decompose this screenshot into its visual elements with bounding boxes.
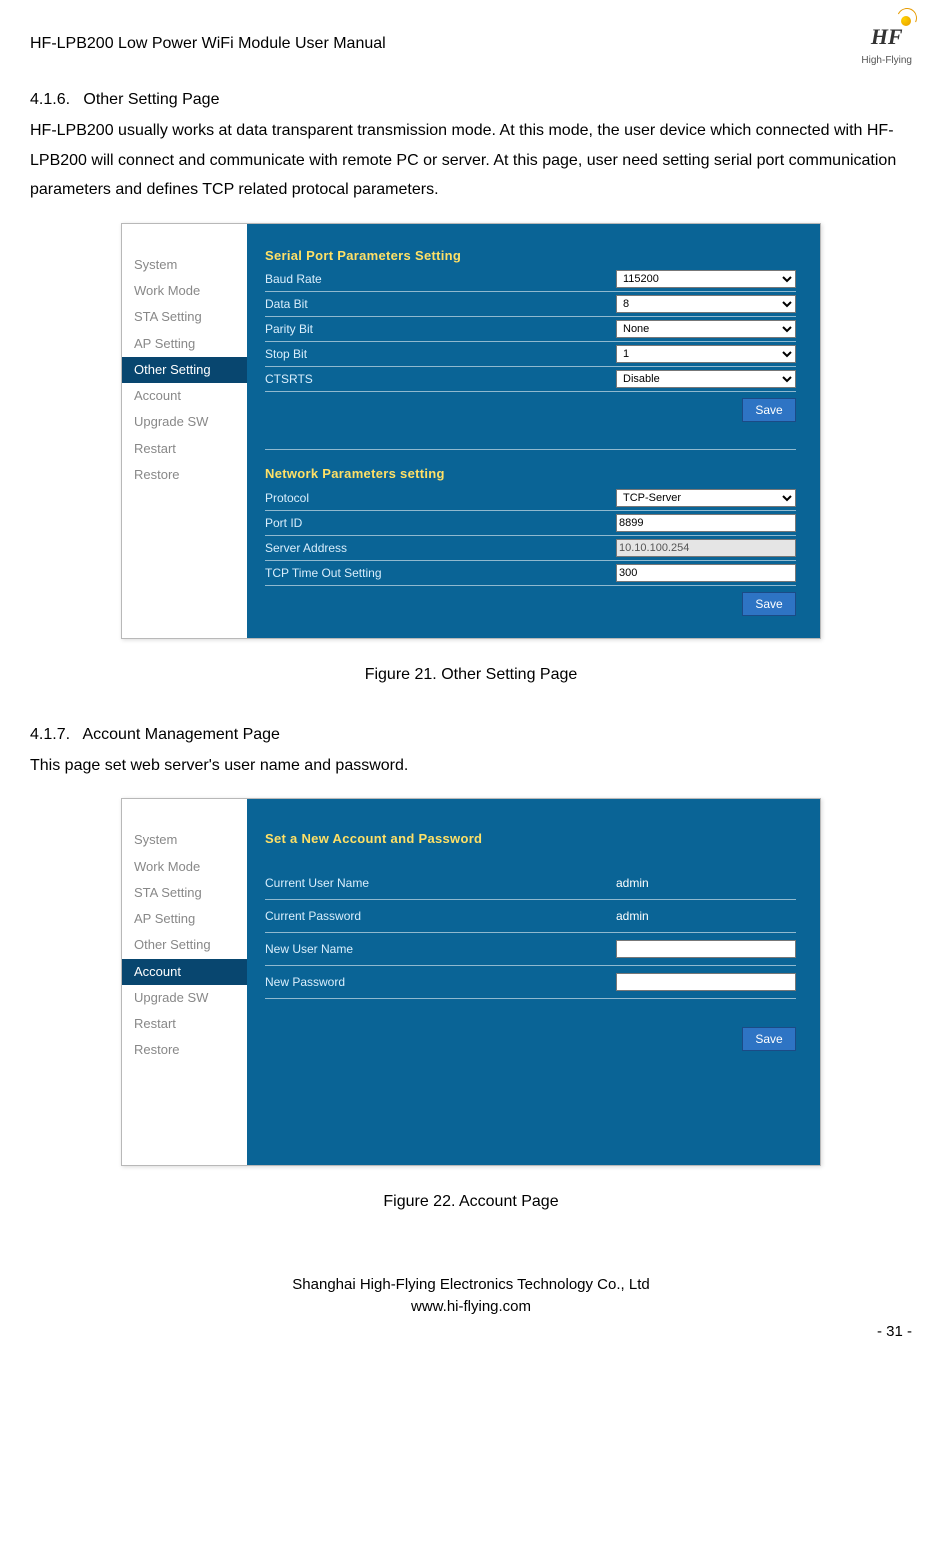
form-row-server-address: Server Address bbox=[265, 536, 796, 561]
baud-rate-label: Baud Rate bbox=[265, 270, 616, 288]
form-row-data-bit: Data Bit8 bbox=[265, 292, 796, 317]
logo-text-label: HF bbox=[871, 24, 903, 49]
form-row-current-user-name: Current User Nameadmin bbox=[265, 867, 796, 900]
section-body-417: This page set web server's user name and… bbox=[30, 751, 912, 781]
nav-sidebar: SystemWork ModeSTA SettingAP SettingOthe… bbox=[122, 799, 247, 1165]
serial-panel-title: Serial Port Parameters Setting bbox=[265, 246, 796, 268]
protocol-select[interactable]: TCP-Server bbox=[616, 489, 796, 507]
parity-bit-label: Parity Bit bbox=[265, 320, 616, 338]
sidebar-item-ap-setting[interactable]: AP Setting bbox=[122, 906, 247, 932]
footer-company: Shanghai High-Flying Electronics Technol… bbox=[30, 1274, 912, 1297]
figure-caption-22: Figure 22. Account Page bbox=[30, 1190, 912, 1214]
baud-rate-select[interactable]: 115200 bbox=[616, 270, 796, 288]
section-title: Account Management Page bbox=[82, 726, 279, 743]
sidebar-item-restore[interactable]: Restore bbox=[122, 1037, 247, 1063]
section-number: 4.1.7. bbox=[30, 726, 70, 743]
content-panel: Set a New Account and Password Current U… bbox=[247, 799, 820, 1165]
section-title: Other Setting Page bbox=[83, 91, 219, 108]
sidebar-item-system[interactable]: System bbox=[122, 827, 247, 853]
footer-url: www.hi-flying.com bbox=[30, 1296, 912, 1319]
sidebar-item-account[interactable]: Account bbox=[122, 959, 247, 985]
new-user-name-input[interactable] bbox=[616, 940, 796, 958]
sidebar-item-work-mode[interactable]: Work Mode bbox=[122, 854, 247, 880]
sidebar-item-sta-setting[interactable]: STA Setting bbox=[122, 880, 247, 906]
form-row-ctsrts: CTSRTSDisable bbox=[265, 367, 796, 392]
nav-sidebar: SystemWork ModeSTA SettingAP SettingOthe… bbox=[122, 224, 247, 638]
sidebar-item-restart[interactable]: Restart bbox=[122, 436, 247, 462]
sidebar-item-restore[interactable]: Restore bbox=[122, 462, 247, 488]
page-number: - 31 - bbox=[30, 1321, 912, 1344]
form-row-stop-bit: Stop Bit1 bbox=[265, 342, 796, 367]
current-password-label: Current Password bbox=[265, 907, 616, 925]
current-password-value: admin bbox=[616, 907, 796, 925]
section-heading-417: 4.1.7. Account Management Page bbox=[30, 723, 912, 747]
new-password-input[interactable] bbox=[616, 973, 796, 991]
sidebar-item-sta-setting[interactable]: STA Setting bbox=[122, 304, 247, 330]
save-button[interactable]: Save bbox=[742, 1027, 796, 1051]
logo-text: HF bbox=[871, 20, 903, 53]
ctsrts-select[interactable]: Disable bbox=[616, 370, 796, 388]
form-row-new-user-name: New User Name bbox=[265, 933, 796, 966]
form-row-baud-rate: Baud Rate115200 bbox=[265, 267, 796, 292]
sidebar-item-upgrade-sw[interactable]: Upgrade SW bbox=[122, 409, 247, 435]
form-row-new-password: New Password bbox=[265, 966, 796, 999]
screenshot-account: SystemWork ModeSTA SettingAP SettingOthe… bbox=[121, 798, 821, 1166]
sidebar-item-other-setting[interactable]: Other Setting bbox=[122, 932, 247, 958]
sidebar-item-system[interactable]: System bbox=[122, 252, 247, 278]
logo-subtext: High-Flying bbox=[861, 53, 912, 68]
sidebar-item-other-setting[interactable]: Other Setting bbox=[122, 357, 247, 383]
form-row-tcp-time-out-setting: TCP Time Out Setting bbox=[265, 561, 796, 586]
protocol-label: Protocol bbox=[265, 489, 616, 507]
sidebar-item-work-mode[interactable]: Work Mode bbox=[122, 278, 247, 304]
tcp-time-out-setting-label: TCP Time Out Setting bbox=[265, 564, 616, 582]
wifi-dot-icon bbox=[901, 16, 911, 26]
tcp-time-out-setting-input[interactable] bbox=[616, 564, 796, 582]
stop-bit-select[interactable]: 1 bbox=[616, 345, 796, 363]
logo: HF High-Flying bbox=[861, 20, 912, 68]
form-row-protocol: ProtocolTCP-Server bbox=[265, 486, 796, 511]
save-button[interactable]: Save bbox=[742, 592, 796, 616]
port-id-label: Port ID bbox=[265, 514, 616, 532]
ctsrts-label: CTSRTS bbox=[265, 370, 616, 388]
save-button[interactable]: Save bbox=[742, 398, 796, 422]
network-panel-title: Network Parameters setting bbox=[265, 464, 796, 486]
section-heading-416: 4.1.6. Other Setting Page bbox=[30, 88, 912, 112]
sidebar-item-upgrade-sw[interactable]: Upgrade SW bbox=[122, 985, 247, 1011]
server-address-input[interactable] bbox=[616, 539, 796, 557]
form-row-current-password: Current Passwordadmin bbox=[265, 900, 796, 933]
stop-bit-label: Stop Bit bbox=[265, 345, 616, 363]
content-panel: Serial Port Parameters Setting Baud Rate… bbox=[247, 224, 820, 638]
new-password-label: New Password bbox=[265, 973, 616, 991]
figure-caption-21: Figure 21. Other Setting Page bbox=[30, 663, 912, 687]
form-row-port-id: Port ID bbox=[265, 511, 796, 536]
current-user-name-value: admin bbox=[616, 874, 796, 892]
parity-bit-select[interactable]: None bbox=[616, 320, 796, 338]
data-bit-label: Data Bit bbox=[265, 295, 616, 313]
sidebar-item-ap-setting[interactable]: AP Setting bbox=[122, 331, 247, 357]
new-user-name-label: New User Name bbox=[265, 940, 616, 958]
section-body-416: HF-LPB200 usually works at data transpar… bbox=[30, 116, 912, 205]
data-bit-select[interactable]: 8 bbox=[616, 295, 796, 313]
account-panel-title: Set a New Account and Password bbox=[265, 829, 796, 851]
port-id-input[interactable] bbox=[616, 514, 796, 532]
server-address-label: Server Address bbox=[265, 539, 616, 557]
form-row-parity-bit: Parity BitNone bbox=[265, 317, 796, 342]
screenshot-other-setting: SystemWork ModeSTA SettingAP SettingOthe… bbox=[121, 223, 821, 639]
section-number: 4.1.6. bbox=[30, 91, 70, 108]
sidebar-item-restart[interactable]: Restart bbox=[122, 1011, 247, 1037]
doc-title: HF-LPB200 Low Power WiFi Module User Man… bbox=[30, 32, 386, 56]
current-user-name-label: Current User Name bbox=[265, 874, 616, 892]
sidebar-item-account[interactable]: Account bbox=[122, 383, 247, 409]
